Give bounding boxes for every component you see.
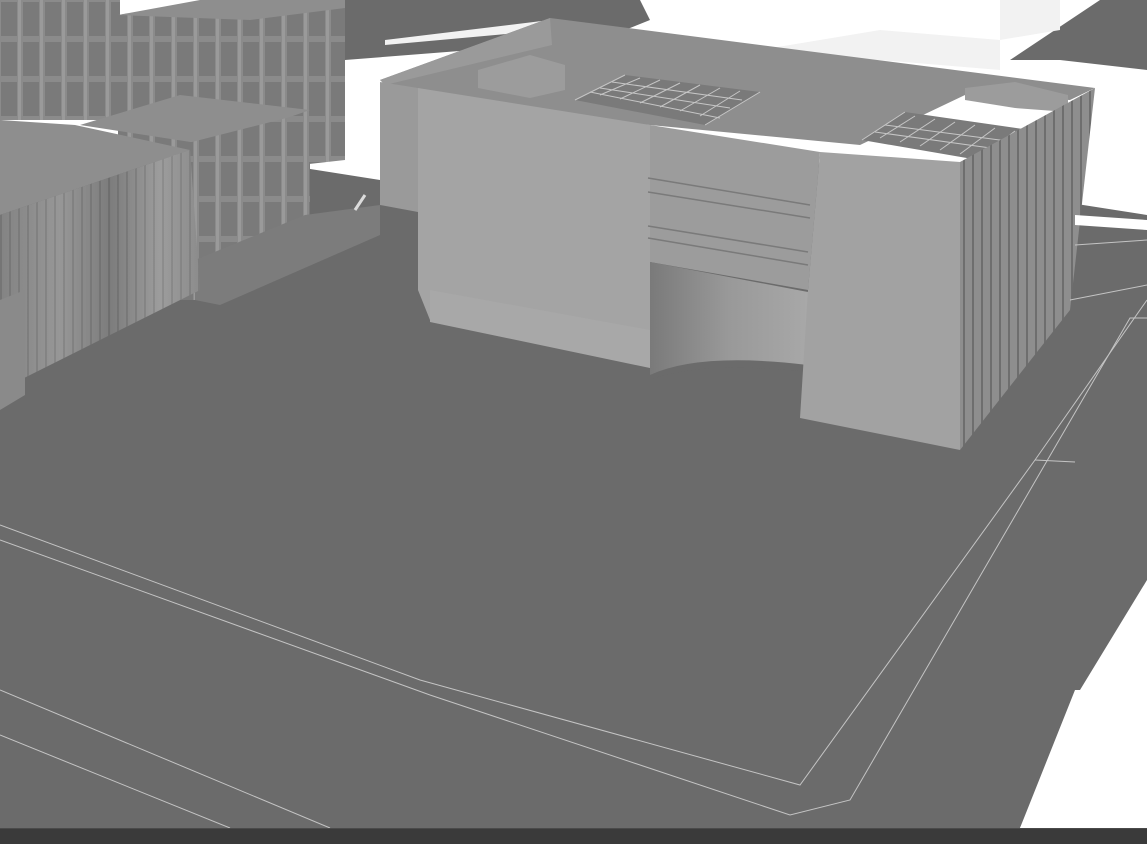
- left-building-base: [0, 290, 25, 410]
- main-building-east-tower-front: [800, 152, 960, 450]
- main-building-center-upper: [650, 125, 820, 290]
- 3d-viewport[interactable]: [0, 0, 1147, 828]
- left-tower-facade: [0, 0, 120, 120]
- main-building-west-face: [380, 82, 418, 212]
- scene-canvas: [0, 0, 1147, 828]
- status-bar: [0, 828, 1147, 844]
